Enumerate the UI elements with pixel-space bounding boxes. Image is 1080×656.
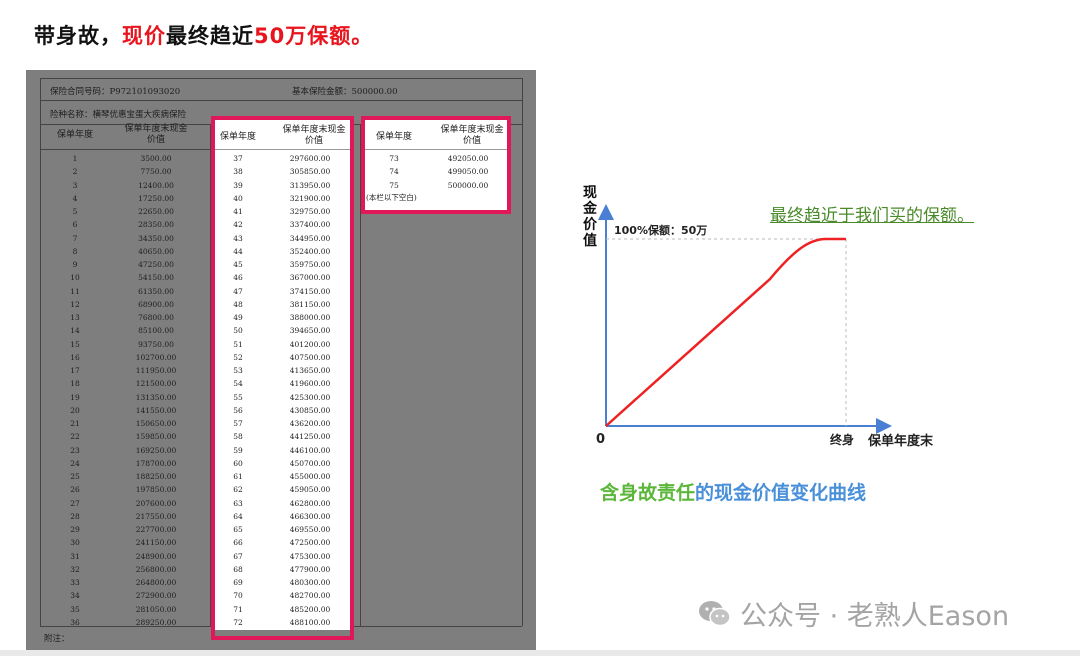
contract-label: 保险合同号码：P972101093020: [50, 87, 181, 97]
table-cell-year: 25: [70, 472, 80, 481]
table-cell-year: 29: [70, 525, 80, 534]
table-cell-year: 33: [70, 578, 80, 587]
table-cell-year: 10: [70, 273, 80, 283]
table-cell-year: 26: [70, 485, 80, 495]
table-cell-value: 289250.00: [135, 617, 177, 627]
table-cell-value: 131350.00: [135, 392, 177, 402]
end-label: 终身: [830, 432, 854, 447]
footnote: 附注：: [44, 634, 70, 644]
table-cell-year: 1: [72, 154, 78, 163]
table-cell-year: 18: [70, 379, 80, 389]
table-cell-value: 93750.00: [138, 339, 174, 349]
table-cell-value: 3500.00: [140, 154, 172, 163]
table-cell-value: 281050.00: [135, 604, 177, 614]
table-cell-year: 6: [72, 220, 78, 230]
product-label: 险种名称：横琴优惠宝蛋大疾病保险: [50, 110, 187, 120]
table-cell-year: 36: [70, 617, 80, 627]
table-cell-year: 30: [70, 538, 80, 548]
table-cell-value: 188250.00: [135, 472, 177, 481]
table-cell-value: 17250.00: [138, 193, 174, 203]
table-cell-value: 178700.00: [135, 458, 177, 468]
table-cell-value: 241150.00: [135, 538, 177, 548]
table-cell-value: 272900.00: [135, 591, 177, 601]
table-cell-value: 217550.00: [135, 511, 177, 521]
table-cell-year: 14: [70, 326, 80, 336]
table-cell-year: 4: [72, 193, 78, 203]
table-cell-year: 3: [72, 180, 78, 190]
table-cell-year: 17: [70, 366, 80, 375]
highlight-box-col2: [211, 116, 354, 640]
table-cell-value: 34350.00: [138, 233, 174, 243]
bottom-bar: [0, 650, 1080, 656]
table-cell-value: 61350.00: [138, 286, 174, 296]
table-cell-value: 47250.00: [138, 260, 174, 269]
highlight-box-col3: [361, 116, 511, 214]
table-cell-value: 28350.00: [138, 220, 174, 230]
table-cell-value: 141550.00: [135, 405, 177, 415]
table-cell-value: 22650.00: [138, 207, 174, 216]
table-cell-year: 24: [70, 458, 80, 468]
cash-value-chart: 100%保额：50万 0 终身 保单年度末: [596, 204, 934, 449]
x-axis-label: 保单年度末: [867, 433, 934, 449]
cap-label: 100%保额：50万: [614, 223, 707, 237]
table-cell-year: 32: [70, 564, 80, 574]
table-cell-value: 248900.00: [135, 551, 177, 561]
origin-label: 0: [596, 432, 605, 447]
chart-caption: 含身故责任的现金价值变化曲线: [600, 482, 867, 504]
table-cell-year: 35: [70, 604, 80, 614]
headline: 带身故，现价最终趋近50万保额。: [34, 24, 374, 48]
table-cell-year: 7: [72, 233, 78, 243]
table-cell-year: 21: [70, 419, 80, 428]
amount-label: 基本保险金额：500000.00: [292, 87, 398, 97]
table-cell-year: 15: [70, 339, 80, 349]
table-cell-year: 2: [72, 167, 78, 177]
col1-values: 3500.00 7750.00 12400.00 17250.00 22650.00 28…: [114, 152, 198, 629]
table-cell-year: 11: [70, 286, 80, 296]
table-cell-value: 7750.00: [140, 167, 172, 177]
table-cell-year: 31: [70, 551, 80, 561]
watermark: 公众号 · 老熟人Eason: [698, 594, 1009, 633]
table-cell-value: 264800.00: [135, 578, 177, 587]
table-cell-year: 19: [70, 392, 80, 402]
table-cell-value: 159850.00: [135, 432, 177, 442]
table-cell-value: 12400.00: [138, 180, 174, 190]
col1-value-header: 保单年度末现金价值: [124, 124, 188, 145]
table-cell-year: 16: [70, 352, 80, 362]
table-cell-year: 23: [70, 445, 80, 455]
table-cell-year: 8: [72, 246, 78, 256]
table-cell-value: 102700.00: [135, 352, 177, 362]
table-cell-value: 256800.00: [135, 564, 177, 574]
table-cell-value: 76800.00: [138, 313, 174, 322]
table-cell-year: 20: [70, 405, 80, 415]
table-cell-value: 121500.00: [135, 379, 177, 389]
table-cell-value: 207600.00: [135, 498, 177, 508]
table-cell-value: 169250.00: [135, 445, 177, 455]
table-cell-value: 150650.00: [135, 419, 177, 428]
cash-value-curve: [605, 237, 846, 427]
table-cell-year: 5: [72, 207, 78, 216]
table-cell-year: 27: [70, 498, 80, 508]
table-cell-year: 22: [70, 432, 80, 442]
col1-year-header: 保单年度: [56, 130, 93, 140]
table-cell-value: 197850.00: [135, 485, 177, 495]
table-cell-value: 85100.00: [138, 326, 174, 336]
table-cell-year: 9: [72, 260, 78, 269]
table-cell-value: 40650.00: [138, 246, 174, 256]
table-cell-value: 54150.00: [138, 273, 174, 283]
table-cell-value: 227700.00: [135, 525, 177, 534]
table-cell-year: 13: [70, 313, 80, 322]
table-cell-year: 12: [70, 299, 80, 309]
table-cell-year: 34: [70, 591, 80, 601]
table-cell-year: 28: [70, 511, 80, 521]
table-cell-value: 68900.00: [138, 299, 174, 309]
table-cell-value: 111950.00: [135, 366, 177, 375]
col1-years: 1 2 3 4 5 6 7 8 9 10 11 12 13 14 15 16 17 18 19 20 21 22 23 24 2…: [50, 152, 100, 629]
wechat-icon: [699, 600, 731, 626]
